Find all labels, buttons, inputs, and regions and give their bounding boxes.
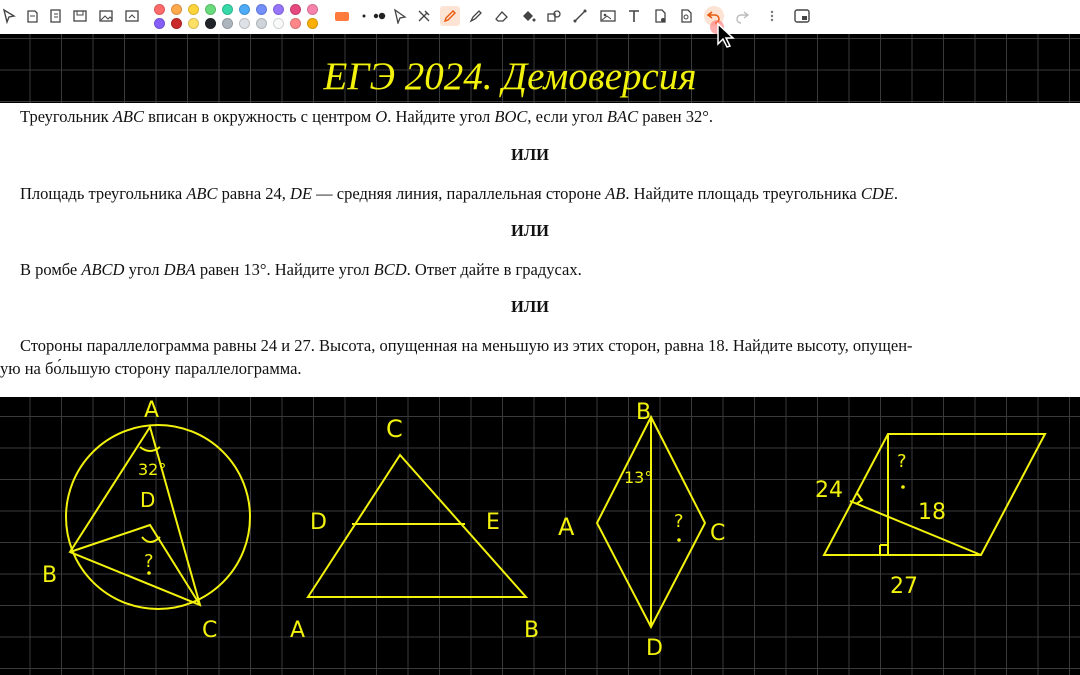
- screen-icon[interactable]: [792, 6, 812, 26]
- highlighter-icon[interactable]: [466, 6, 486, 26]
- gallery-icon[interactable]: [96, 6, 116, 26]
- color-swatch[interactable]: [222, 18, 233, 29]
- document-icon[interactable]: [676, 6, 696, 26]
- color-swatch[interactable]: [188, 18, 199, 29]
- label-c-2: C: [386, 415, 403, 443]
- or-label: ИЛИ: [511, 145, 549, 164]
- eraser-icon[interactable]: [492, 6, 512, 26]
- color-wheel-icon[interactable]: [122, 6, 142, 26]
- text-icon[interactable]: [624, 6, 644, 26]
- right-angle-mark: [879, 544, 888, 555]
- figures-layer: A 32° D ? B C C D E A B B 13° A ? C D 24…: [42, 398, 1047, 661]
- color-swatch[interactable]: [290, 4, 301, 15]
- label-a-2: A: [290, 618, 305, 643]
- color-swatch[interactable]: [290, 18, 301, 29]
- rhombus-figure: [595, 414, 707, 630]
- unknown-angle-2: ?: [674, 511, 684, 532]
- more-icon[interactable]: [762, 6, 782, 26]
- color-swatch[interactable]: [222, 4, 233, 15]
- problem-1-text: Треугольник ABC вписан в окружность с це…: [20, 107, 713, 126]
- dot-mark: [147, 571, 151, 575]
- color-swatch[interactable]: [239, 18, 250, 29]
- color-swatch[interactable]: [307, 18, 318, 29]
- image-icon[interactable]: [598, 6, 618, 26]
- dot-large-icon[interactable]: [372, 6, 392, 26]
- page-title: ЕГЭ 2024. Демоверсия: [323, 55, 697, 98]
- line-icon[interactable]: [570, 6, 590, 26]
- label-a: A: [144, 398, 159, 423]
- pen-icon[interactable]: [440, 6, 460, 26]
- color-swatch[interactable]: [171, 4, 182, 15]
- label-b-3: B: [636, 400, 651, 425]
- unknown-angle-1: ?: [144, 551, 154, 572]
- side-label-27: 27: [890, 574, 918, 599]
- side-label-24: 24: [815, 478, 843, 503]
- dot-mark: [901, 485, 905, 489]
- color-swatch[interactable]: [256, 18, 267, 29]
- color-swatch[interactable]: [171, 18, 182, 29]
- problem-2-text: Площадь треугольника ABC равна 24, DE — …: [20, 184, 898, 203]
- problem-sheet: Треугольник ABC вписан в окружность с це…: [0, 103, 1080, 397]
- copy-icon[interactable]: [46, 6, 66, 26]
- label-e: E: [486, 510, 500, 535]
- color-swatch[interactable]: [307, 4, 318, 15]
- dot-mark: [677, 538, 681, 542]
- toolbar: [0, 0, 1080, 35]
- label-c: C: [202, 618, 217, 643]
- undo-history-icon[interactable]: [22, 6, 42, 26]
- unknown-height: ?: [897, 451, 907, 472]
- label-d-3: D: [646, 636, 663, 661]
- file-icon[interactable]: [650, 6, 670, 26]
- label-d-2: D: [310, 510, 327, 535]
- angle-label-32: 32°: [138, 460, 166, 479]
- label-c-3: C: [710, 521, 725, 546]
- label-b-2: B: [524, 618, 539, 643]
- save-icon[interactable]: [70, 6, 90, 26]
- color-swatch[interactable]: [273, 18, 284, 29]
- mouse-cursor-icon: [710, 20, 735, 48]
- height-label-18: 18: [918, 500, 946, 525]
- color-slider-icon[interactable]: [334, 6, 350, 26]
- or-label: ИЛИ: [511, 297, 549, 316]
- label-d: D: [140, 488, 155, 512]
- color-swatch[interactable]: [205, 18, 216, 29]
- angle-label-13: 13°: [624, 468, 652, 487]
- color-swatch[interactable]: [188, 4, 199, 15]
- pointer-icon[interactable]: [390, 6, 410, 26]
- tools-icon[interactable]: [414, 6, 434, 26]
- color-swatch[interactable]: [154, 18, 165, 29]
- circle-figure: [65, 424, 251, 610]
- problem-4-line-2: ую на бо́льшую сторону параллелограмма.: [0, 359, 302, 378]
- shapes-icon[interactable]: [544, 6, 564, 26]
- select-icon[interactable]: [0, 6, 20, 26]
- label-b: B: [42, 563, 57, 588]
- color-swatch[interactable]: [256, 4, 267, 15]
- height-to-short-side: [849, 500, 982, 556]
- problem-4-line-1: Стороны параллелограмма равны 24 и 27. В…: [20, 336, 913, 355]
- color-swatch[interactable]: [239, 4, 250, 15]
- problem-3-text: В ромбе ABCD угол DBA равен 13°. Найдите…: [20, 260, 582, 279]
- label-a-3: A: [558, 513, 575, 541]
- parallelogram-figure: [822, 433, 1047, 556]
- or-label: ИЛИ: [511, 221, 549, 240]
- color-swatch[interactable]: [273, 4, 284, 15]
- color-swatch[interactable]: [205, 4, 216, 15]
- fill-icon[interactable]: [518, 6, 538, 26]
- color-swatch[interactable]: [154, 4, 165, 15]
